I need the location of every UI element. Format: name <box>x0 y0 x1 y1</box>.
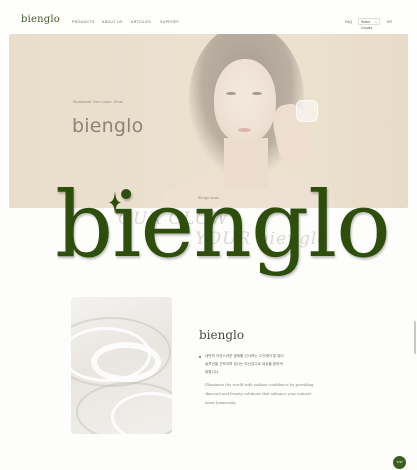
header-logo[interactable]: bienglo <box>21 14 60 25</box>
english-description-line: skincare and beauty solutions that enhan… <box>205 392 311 396</box>
scroll-to-top-button[interactable]: TOP <box>393 456 406 469</box>
language-kr[interactable]: KR <box>387 20 392 24</box>
hero-tagline: Illuminate Your Inner Glow <box>73 100 123 104</box>
nav-support[interactable]: SUPPORT <box>160 20 179 24</box>
cream-texture-image <box>71 297 172 434</box>
faq-link[interactable]: FAQ <box>345 20 352 24</box>
scrollbar-thumb[interactable] <box>414 321 416 354</box>
product-section-title: bienglo <box>199 328 245 342</box>
nav-articles[interactable]: ARTICLES <box>131 20 151 24</box>
hero-brand-title: bienglo <box>72 115 144 137</box>
korean-description-line: 내면의 자연스러운 광채를 선사하는 스킨케어 및 뷰티 <box>205 354 284 358</box>
giant-brand-logo: bienglo <box>55 173 391 278</box>
korean-description-line: 밝힙니다. <box>205 370 220 374</box>
nav-products[interactable]: PRODUCTS <box>72 20 95 24</box>
sparkle-icon <box>109 191 121 214</box>
english-description-line: Illuminate the world with radiant confid… <box>205 383 314 387</box>
chevron-down-icon: ⌄ <box>374 20 378 24</box>
country-select[interactable]: Select Country ⌄ <box>358 18 380 30</box>
nav-about-us[interactable]: ABOUT US <box>102 20 123 24</box>
english-description-line: inner luminosity. <box>205 401 237 405</box>
bullet-dot-icon <box>199 356 201 358</box>
country-select-value: Select Country <box>361 20 373 30</box>
korean-description-line: 솔루션을 선보이며 빛나는 자신감으로 세상을 환하게 <box>205 362 283 366</box>
cream-texture-swirl <box>91 342 161 382</box>
